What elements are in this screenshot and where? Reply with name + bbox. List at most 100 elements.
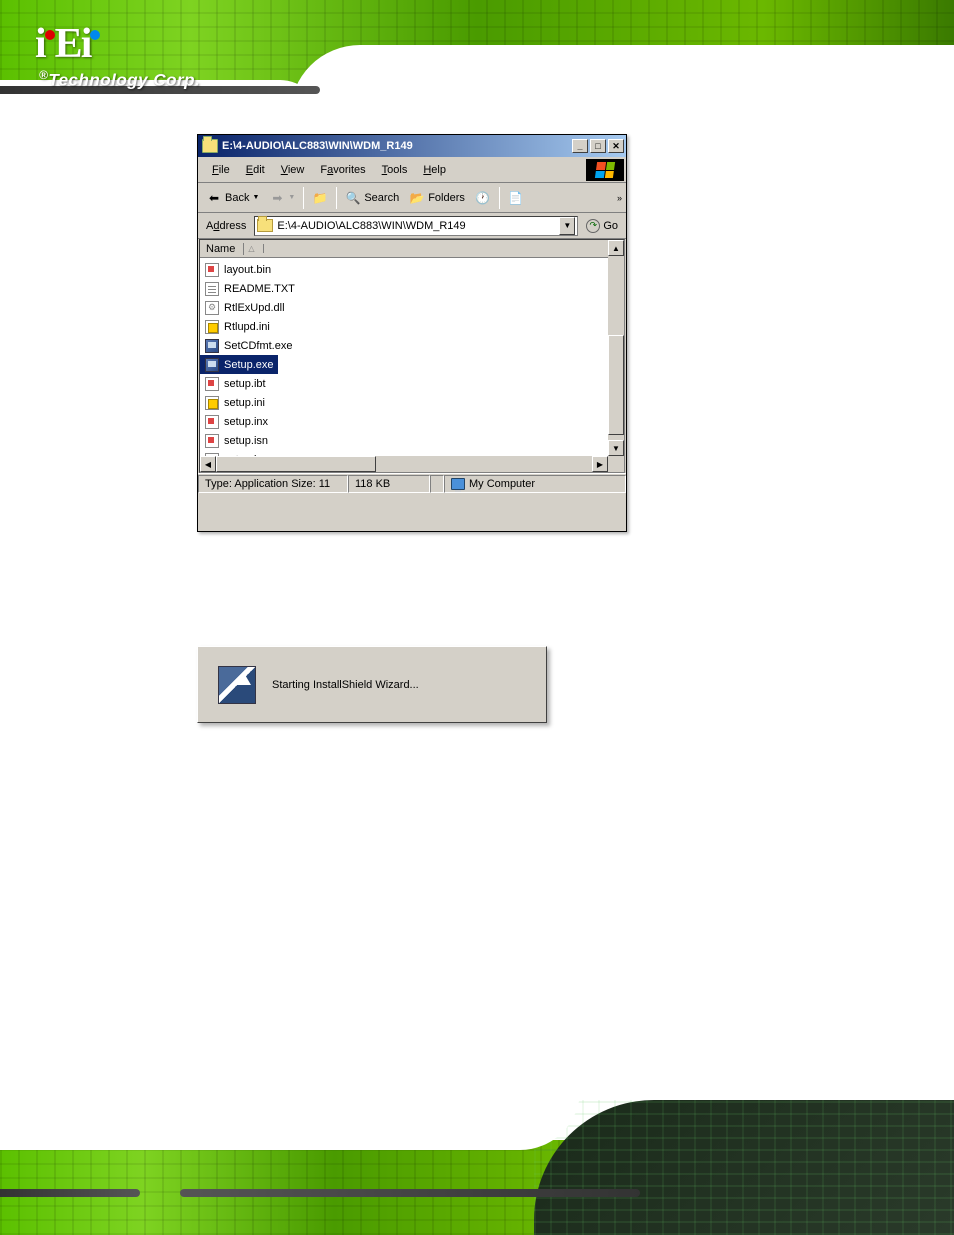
footer-stripe (0, 1189, 140, 1197)
toolbar-separator (499, 187, 500, 209)
address-bar: Address E:\4-AUDIO\ALC883\WIN\WDM_R149 ▼… (198, 213, 626, 239)
scroll-corner (608, 456, 624, 472)
folders-label: Folders (428, 192, 465, 204)
scroll-up-button[interactable]: ▲ (608, 240, 624, 256)
toolbar-overflow[interactable]: » (617, 193, 622, 203)
logo: i E i ®Technology Corp. (35, 20, 200, 91)
folder-icon (257, 219, 273, 232)
file-row[interactable]: setup.ini (200, 393, 624, 412)
address-label: Address (202, 220, 250, 232)
titlebar[interactable]: E:\4-AUDIO\ALC883\WIN\WDM_R149 _ □ ✕ (198, 135, 626, 157)
footer-banner (0, 1100, 954, 1235)
file-name: layout.bin (224, 264, 271, 276)
file-icon (204, 338, 220, 354)
file-list: Name △ layout.bin README.TXT RtlExUpd.dll Rt… (199, 239, 625, 473)
logo-letter: i (81, 20, 91, 68)
scroll-thumb[interactable] (608, 335, 624, 435)
menu-file[interactable]: File (204, 162, 238, 178)
status-bar: Type: Application Size: 11 118 KB My Com… (198, 473, 626, 493)
folders-button[interactable]: 📂Folders (405, 188, 469, 208)
scroll-thumb-h[interactable] (216, 456, 376, 472)
back-button[interactable]: ⬅Back ▼ (202, 188, 263, 208)
file-row[interactable]: Setup.exe (200, 355, 278, 374)
go-icon: ↷ (586, 219, 600, 233)
menu-help[interactable]: Help (415, 162, 454, 178)
forward-button[interactable]: ➡▼ (265, 188, 299, 208)
footer-swoop (0, 1090, 580, 1150)
file-name: README.TXT (224, 283, 295, 295)
status-location: My Computer (444, 475, 626, 493)
go-label: Go (603, 220, 618, 232)
go-button[interactable]: ↷Go (582, 217, 622, 235)
address-dropdown[interactable]: ▼ (559, 217, 575, 235)
file-row[interactable]: SetCDfmt.exe (200, 336, 624, 355)
file-row[interactable]: setup.inx (200, 412, 624, 431)
history-icon: 🕐 (475, 190, 491, 206)
toolbar: ⬅Back ▼ ➡▼ 📁 🔍Search 📂Folders 🕐 📄 » (198, 183, 626, 213)
file-row[interactable]: layout.bin (200, 260, 624, 279)
file-name: RtlExUpd.dll (224, 302, 285, 314)
file-icon (204, 433, 220, 449)
file-row[interactable]: setup.isn (200, 431, 624, 450)
move-icon: 📄 (508, 190, 524, 206)
scroll-down-button[interactable]: ▼ (608, 440, 624, 456)
computer-icon (451, 478, 465, 490)
file-name: Rtlupd.ini (224, 321, 270, 333)
status-location-text: My Computer (469, 478, 535, 490)
file-name: setup.ini (224, 397, 265, 409)
address-path: E:\4-AUDIO\ALC883\WIN\WDM_R149 (277, 220, 555, 232)
logo-dot-blue (90, 30, 100, 40)
logo-dot-red (45, 30, 55, 40)
menu-edit[interactable]: Edit (238, 162, 273, 178)
footer-dark (534, 1100, 954, 1235)
history-button[interactable]: 🕐 (471, 188, 495, 208)
file-icon (204, 357, 220, 373)
menu-tools[interactable]: Tools (374, 162, 416, 178)
windows-logo (586, 159, 624, 181)
vertical-scrollbar[interactable]: ▲ ▼ (608, 240, 624, 472)
installshield-icon (218, 666, 256, 704)
file-icon (204, 262, 220, 278)
up-button[interactable]: 📁 (308, 188, 332, 208)
toolbar-separator (303, 187, 304, 209)
file-name: setup.inx (224, 416, 268, 428)
explorer-window: E:\4-AUDIO\ALC883\WIN\WDM_R149 _ □ ✕ Fil… (197, 134, 627, 532)
file-icon (204, 376, 220, 392)
status-spacer (430, 475, 444, 493)
up-folder-icon: 📁 (312, 190, 328, 206)
file-name: setup.ibt (224, 378, 266, 390)
sort-indicator-icon: △ (248, 244, 263, 253)
logo-text: i E i (35, 20, 200, 68)
file-icon (204, 414, 220, 430)
forward-icon: ➡ (269, 190, 285, 206)
back-icon: ⬅ (206, 190, 222, 206)
file-icon (204, 300, 220, 316)
search-button[interactable]: 🔍Search (341, 188, 403, 208)
move-to-button[interactable]: 📄 (504, 188, 528, 208)
logo-tagline: ®Technology Corp. (39, 68, 200, 91)
back-label: Back (225, 192, 249, 204)
maximize-button[interactable]: □ (590, 139, 606, 153)
search-label: Search (364, 192, 399, 204)
horizontal-scrollbar[interactable]: ◀ ▶ (200, 456, 608, 472)
scroll-left-button[interactable]: ◀ (200, 456, 216, 472)
menu-view[interactable]: View (273, 162, 313, 178)
file-row[interactable]: RtlExUpd.dll (200, 298, 624, 317)
file-row[interactable]: setup.ibt (200, 374, 624, 393)
menu-favorites[interactable]: Favorites (312, 162, 373, 178)
file-icon (204, 319, 220, 335)
toolbar-separator (336, 187, 337, 209)
address-combo[interactable]: E:\4-AUDIO\ALC883\WIN\WDM_R149 ▼ (254, 216, 578, 236)
file-row[interactable]: README.TXT (200, 279, 624, 298)
installshield-text: Starting InstallShield Wizard... (272, 679, 419, 691)
minimize-button[interactable]: _ (572, 139, 588, 153)
logo-letter: E (55, 20, 81, 68)
column-header[interactable]: Name △ (200, 240, 624, 258)
column-name: Name (206, 243, 244, 255)
scroll-right-button[interactable]: ▶ (592, 456, 608, 472)
folders-icon: 📂 (409, 190, 425, 206)
file-row[interactable]: Rtlupd.ini (200, 317, 624, 336)
footer-stripe-2 (180, 1189, 640, 1197)
installshield-dialog: Starting InstallShield Wizard... (197, 646, 547, 723)
close-button[interactable]: ✕ (608, 139, 624, 153)
